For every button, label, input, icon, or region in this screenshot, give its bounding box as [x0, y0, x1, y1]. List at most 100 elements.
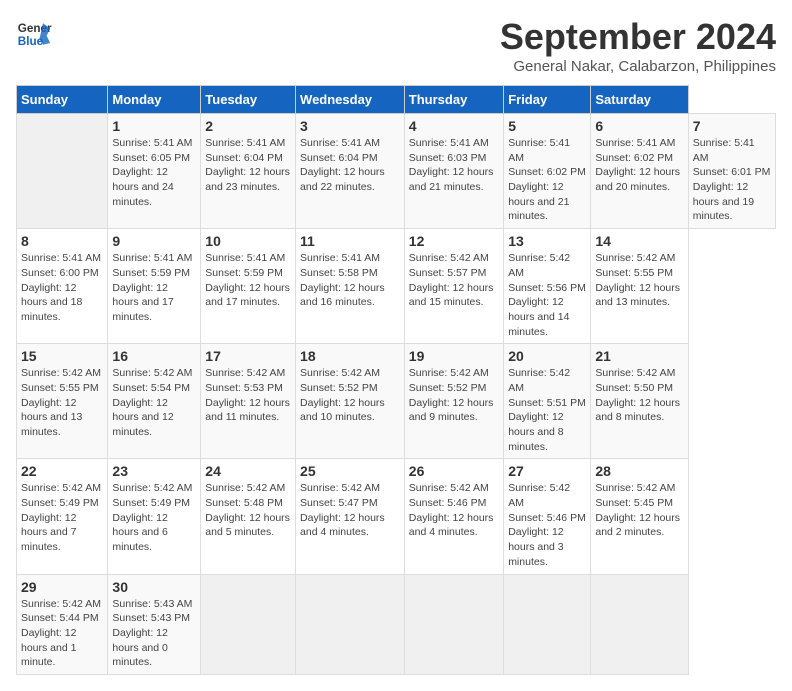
- calendar-day-cell: 2 Sunrise: 5:41 AM Sunset: 6:04 PM Dayli…: [201, 114, 296, 229]
- calendar-day-cell: 8 Sunrise: 5:41 AM Sunset: 6:00 PM Dayli…: [17, 229, 108, 344]
- day-detail: Sunrise: 5:41 AM Sunset: 6:00 PM Dayligh…: [21, 251, 103, 324]
- calendar-week-row: 22 Sunrise: 5:42 AM Sunset: 5:49 PM Dayl…: [17, 459, 776, 574]
- day-number: 6: [595, 118, 683, 134]
- day-number: 14: [595, 233, 683, 249]
- day-number: 19: [409, 348, 499, 364]
- calendar-day-cell: 17 Sunrise: 5:42 AM Sunset: 5:53 PM Dayl…: [201, 344, 296, 459]
- weekday-header: Wednesday: [296, 86, 405, 114]
- calendar-day-cell: 5 Sunrise: 5:41 AM Sunset: 6:02 PM Dayli…: [504, 114, 591, 229]
- day-detail: Sunrise: 5:42 AM Sunset: 5:53 PM Dayligh…: [205, 366, 291, 425]
- day-detail: Sunrise: 5:42 AM Sunset: 5:44 PM Dayligh…: [21, 597, 103, 670]
- day-detail: Sunrise: 5:41 AM Sunset: 6:05 PM Dayligh…: [112, 136, 196, 209]
- day-number: 18: [300, 348, 400, 364]
- weekday-header: Sunday: [17, 86, 108, 114]
- day-detail: Sunrise: 5:42 AM Sunset: 5:57 PM Dayligh…: [409, 251, 499, 310]
- calendar-day-cell: 6 Sunrise: 5:41 AM Sunset: 6:02 PM Dayli…: [591, 114, 688, 229]
- day-detail: Sunrise: 5:41 AM Sunset: 6:01 PM Dayligh…: [693, 136, 771, 224]
- day-number: 1: [112, 118, 196, 134]
- calendar-day-cell: 28 Sunrise: 5:42 AM Sunset: 5:45 PM Dayl…: [591, 459, 688, 574]
- day-number: 2: [205, 118, 291, 134]
- calendar-day-cell: 16 Sunrise: 5:42 AM Sunset: 5:54 PM Dayl…: [108, 344, 201, 459]
- day-number: 26: [409, 463, 499, 479]
- day-number: 20: [508, 348, 586, 364]
- calendar-day-cell: 4 Sunrise: 5:41 AM Sunset: 6:03 PM Dayli…: [404, 114, 503, 229]
- day-number: 29: [21, 579, 103, 595]
- calendar-day-cell: 13 Sunrise: 5:42 AM Sunset: 5:56 PM Dayl…: [504, 229, 591, 344]
- calendar-day-cell: [201, 574, 296, 674]
- calendar-day-cell: 27 Sunrise: 5:42 AM Sunset: 5:46 PM Dayl…: [504, 459, 591, 574]
- calendar-day-cell: 3 Sunrise: 5:41 AM Sunset: 6:04 PM Dayli…: [296, 114, 405, 229]
- day-number: 11: [300, 233, 400, 249]
- day-detail: Sunrise: 5:43 AM Sunset: 5:43 PM Dayligh…: [112, 597, 196, 670]
- calendar-day-cell: 25 Sunrise: 5:42 AM Sunset: 5:47 PM Dayl…: [296, 459, 405, 574]
- day-detail: Sunrise: 5:42 AM Sunset: 5:48 PM Dayligh…: [205, 481, 291, 540]
- day-detail: Sunrise: 5:41 AM Sunset: 5:59 PM Dayligh…: [112, 251, 196, 324]
- day-detail: Sunrise: 5:42 AM Sunset: 5:56 PM Dayligh…: [508, 251, 586, 339]
- calendar-day-cell: 11 Sunrise: 5:41 AM Sunset: 5:58 PM Dayl…: [296, 229, 405, 344]
- day-number: 27: [508, 463, 586, 479]
- day-detail: Sunrise: 5:42 AM Sunset: 5:55 PM Dayligh…: [595, 251, 683, 310]
- calendar-day-cell: 9 Sunrise: 5:41 AM Sunset: 5:59 PM Dayli…: [108, 229, 201, 344]
- day-detail: Sunrise: 5:41 AM Sunset: 5:58 PM Dayligh…: [300, 251, 400, 310]
- location-title: General Nakar, Calabarzon, Philippines: [500, 58, 776, 75]
- day-detail: Sunrise: 5:42 AM Sunset: 5:54 PM Dayligh…: [112, 366, 196, 439]
- day-detail: Sunrise: 5:41 AM Sunset: 6:02 PM Dayligh…: [595, 136, 683, 195]
- logo: General Blue: [16, 16, 52, 52]
- day-number: 13: [508, 233, 586, 249]
- day-number: 24: [205, 463, 291, 479]
- day-detail: Sunrise: 5:42 AM Sunset: 5:46 PM Dayligh…: [508, 481, 586, 569]
- month-title: September 2024: [500, 16, 776, 58]
- calendar-day-cell: [404, 574, 503, 674]
- header: General Blue September 2024 General Naka…: [16, 16, 776, 75]
- calendar-day-cell: 22 Sunrise: 5:42 AM Sunset: 5:49 PM Dayl…: [17, 459, 108, 574]
- day-number: 7: [693, 118, 771, 134]
- calendar-week-row: 8 Sunrise: 5:41 AM Sunset: 6:00 PM Dayli…: [17, 229, 776, 344]
- calendar-day-cell: 21 Sunrise: 5:42 AM Sunset: 5:50 PM Dayl…: [591, 344, 688, 459]
- calendar-day-cell: 23 Sunrise: 5:42 AM Sunset: 5:49 PM Dayl…: [108, 459, 201, 574]
- day-number: 23: [112, 463, 196, 479]
- calendar-day-cell: [17, 114, 108, 229]
- day-detail: Sunrise: 5:41 AM Sunset: 6:03 PM Dayligh…: [409, 136, 499, 195]
- day-detail: Sunrise: 5:42 AM Sunset: 5:51 PM Dayligh…: [508, 366, 586, 454]
- weekday-header: Thursday: [404, 86, 503, 114]
- calendar-week-row: 29 Sunrise: 5:42 AM Sunset: 5:44 PM Dayl…: [17, 574, 776, 674]
- calendar-day-cell: [591, 574, 688, 674]
- calendar-day-cell: [504, 574, 591, 674]
- calendar-day-cell: 26 Sunrise: 5:42 AM Sunset: 5:46 PM Dayl…: [404, 459, 503, 574]
- day-number: 12: [409, 233, 499, 249]
- calendar-day-cell: 1 Sunrise: 5:41 AM Sunset: 6:05 PM Dayli…: [108, 114, 201, 229]
- day-number: 15: [21, 348, 103, 364]
- day-detail: Sunrise: 5:41 AM Sunset: 6:04 PM Dayligh…: [205, 136, 291, 195]
- day-detail: Sunrise: 5:42 AM Sunset: 5:49 PM Dayligh…: [21, 481, 103, 554]
- svg-text:Blue: Blue: [18, 35, 44, 48]
- calendar-day-cell: 18 Sunrise: 5:42 AM Sunset: 5:52 PM Dayl…: [296, 344, 405, 459]
- calendar-day-cell: 12 Sunrise: 5:42 AM Sunset: 5:57 PM Dayl…: [404, 229, 503, 344]
- calendar-day-cell: 30 Sunrise: 5:43 AM Sunset: 5:43 PM Dayl…: [108, 574, 201, 674]
- day-detail: Sunrise: 5:42 AM Sunset: 5:52 PM Dayligh…: [409, 366, 499, 425]
- day-detail: Sunrise: 5:42 AM Sunset: 5:46 PM Dayligh…: [409, 481, 499, 540]
- day-number: 22: [21, 463, 103, 479]
- day-detail: Sunrise: 5:42 AM Sunset: 5:49 PM Dayligh…: [112, 481, 196, 554]
- day-detail: Sunrise: 5:41 AM Sunset: 6:02 PM Dayligh…: [508, 136, 586, 224]
- day-number: 25: [300, 463, 400, 479]
- weekday-header: Monday: [108, 86, 201, 114]
- weekday-header: Friday: [504, 86, 591, 114]
- day-number: 30: [112, 579, 196, 595]
- day-detail: Sunrise: 5:42 AM Sunset: 5:50 PM Dayligh…: [595, 366, 683, 425]
- calendar-day-cell: 19 Sunrise: 5:42 AM Sunset: 5:52 PM Dayl…: [404, 344, 503, 459]
- calendar-week-row: 15 Sunrise: 5:42 AM Sunset: 5:55 PM Dayl…: [17, 344, 776, 459]
- day-number: 9: [112, 233, 196, 249]
- calendar-table: SundayMondayTuesdayWednesdayThursdayFrid…: [16, 85, 776, 675]
- weekday-header: Saturday: [591, 86, 688, 114]
- day-detail: Sunrise: 5:41 AM Sunset: 6:04 PM Dayligh…: [300, 136, 400, 195]
- day-number: 28: [595, 463, 683, 479]
- day-detail: Sunrise: 5:42 AM Sunset: 5:47 PM Dayligh…: [300, 481, 400, 540]
- calendar-day-cell: 14 Sunrise: 5:42 AM Sunset: 5:55 PM Dayl…: [591, 229, 688, 344]
- day-number: 16: [112, 348, 196, 364]
- calendar-day-cell: 24 Sunrise: 5:42 AM Sunset: 5:48 PM Dayl…: [201, 459, 296, 574]
- calendar-day-cell: 20 Sunrise: 5:42 AM Sunset: 5:51 PM Dayl…: [504, 344, 591, 459]
- calendar-day-cell: 15 Sunrise: 5:42 AM Sunset: 5:55 PM Dayl…: [17, 344, 108, 459]
- day-detail: Sunrise: 5:41 AM Sunset: 5:59 PM Dayligh…: [205, 251, 291, 310]
- weekday-header: Tuesday: [201, 86, 296, 114]
- day-number: 17: [205, 348, 291, 364]
